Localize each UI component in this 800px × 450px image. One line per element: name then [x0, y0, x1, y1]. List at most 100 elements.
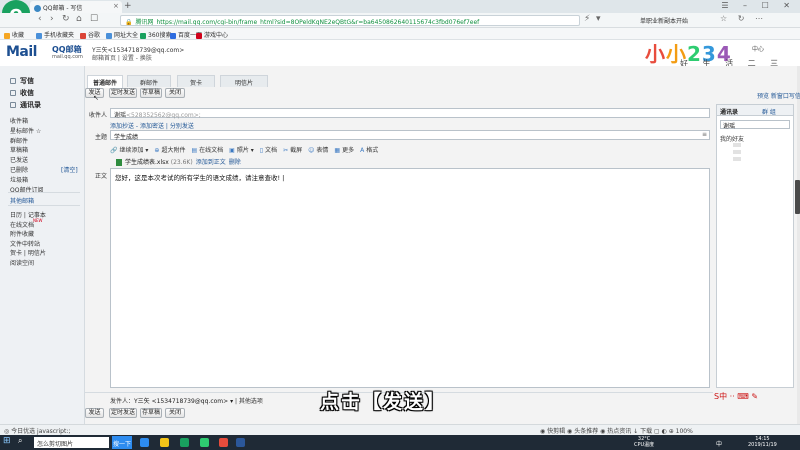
new-tab-button[interactable]: +	[124, 1, 132, 11]
windows-start-icon[interactable]: ⊞	[3, 436, 11, 446]
clear-trash-link[interactable]: [清空]	[61, 165, 78, 174]
attach-tool-label: 文档	[265, 147, 278, 154]
attach-tool[interactable]: ☺ 表情	[308, 145, 328, 154]
system-clock[interactable]: 14:15 2019/11/19	[748, 436, 777, 448]
sidebar-item-other-mailbox[interactable]: 其他邮箱	[10, 196, 34, 205]
add-to-body-link[interactable]: 添加到正文	[196, 159, 226, 166]
bookmark-label: 360搜索	[148, 32, 172, 39]
sender-select[interactable]: Y三矢 <1534718739@qq.com> ▾	[134, 398, 233, 405]
attach-tool[interactable]: ▣ 照片 ▾	[229, 145, 254, 154]
close-button[interactable]: 关闭	[165, 88, 185, 98]
status-left[interactable]: ◎ 今日优选 javascript:;	[4, 426, 70, 435]
bookmark-item[interactable]: 谷歌	[80, 30, 100, 39]
sidebar-folder-item[interactable]: 垃圾箱	[10, 175, 28, 184]
sidebar-extra-item[interactable]: 在线文档	[10, 220, 34, 229]
taskbar-search-input[interactable]: 怎么剪切图片	[34, 437, 109, 448]
mail-logo[interactable]: Mail	[6, 44, 37, 60]
forward-icon[interactable]: ›	[50, 14, 54, 24]
user-links[interactable]: 邮箱首页 | 设置 - 换肤	[92, 53, 152, 62]
sidebar-folder-item[interactable]: 群邮件	[10, 136, 28, 145]
explorer-icon[interactable]	[160, 438, 169, 447]
sidebar-folder-item[interactable]: 已删除	[10, 165, 28, 174]
scrollbar-handle[interactable]	[795, 180, 800, 214]
sidebar-folder-item[interactable]: 星标邮件 ☆	[10, 126, 41, 135]
timed-send-button-bottom[interactable]: 定时发送	[109, 408, 137, 418]
tab-contacts[interactable]: 通讯录	[720, 107, 738, 116]
contact-item[interactable]	[733, 143, 741, 147]
body-editor[interactable]: 您好，这是本次考试的所有学生的语文成绩，请注意查收! |	[110, 168, 710, 388]
window-controls[interactable]: ☰ – ☐ ✕	[721, 1, 796, 10]
refresh-icon[interactable]: ↻	[62, 14, 70, 24]
input-language[interactable]: 中	[716, 439, 722, 448]
sidebar-folder-item[interactable]: 收件箱	[10, 116, 28, 125]
cc-bcc-links[interactable]: 添加抄送 - 添加密送 | 分别发送	[110, 121, 194, 130]
sidebar-extra-item[interactable]: 附件收藏	[10, 229, 34, 238]
lock-icon: 🔒	[125, 19, 133, 26]
sidebar-folder-item[interactable]: 草稿箱	[10, 145, 28, 154]
status-right[interactable]: ◉ 快剪辑 ◉ 头条推荐 ◉ 热点资讯 ↓ 下载 ▢ ◐ ⊕ 100%	[540, 426, 693, 435]
recorder-icon[interactable]	[219, 438, 228, 447]
attach-tool-icon: ▯	[259, 147, 264, 154]
attach-tool[interactable]: ▤ 在线文档	[191, 145, 223, 154]
bookmark-item[interactable]: 收藏	[4, 30, 24, 39]
home-icon[interactable]: ⌂	[76, 14, 82, 24]
back-icon[interactable]: ‹	[38, 14, 42, 24]
to-field[interactable]: 谢瑶<528352562@qq.com>;	[110, 108, 710, 119]
save-draft-button-bottom[interactable]: 存草稿	[140, 408, 162, 418]
contact-search-input[interactable]: 谢瑶	[720, 120, 790, 130]
attach-tool-label: 在线文档	[199, 147, 224, 154]
sidebar-contacts[interactable]: 通讯录	[10, 100, 41, 110]
sidebar-folder-item[interactable]: 已发送	[10, 155, 28, 164]
bookmark-item[interactable]: 手机收藏夹	[36, 30, 74, 39]
sidebar-extra-item[interactable]: 阅读空间	[10, 258, 34, 267]
attach-tool[interactable]: ⊕ 超大附件	[154, 145, 185, 154]
recipient-name[interactable]: 谢瑶	[114, 112, 126, 119]
send-button-bottom[interactable]: 发送	[85, 408, 104, 418]
sidebar-extra-item[interactable]: 文件中转站	[10, 239, 40, 248]
sidebar-extra-item[interactable]: 贺卡 | 明信片	[10, 248, 46, 257]
sidebar-compose[interactable]: 写信	[10, 76, 34, 86]
attach-tool[interactable]: ▯ 文档	[260, 145, 277, 154]
compose-tab[interactable]: 群邮件	[127, 75, 171, 87]
compose-tab[interactable]: 明信片	[220, 75, 268, 87]
skin-center-link[interactable]: 中心	[752, 44, 764, 53]
attach-tool[interactable]: A 格式	[360, 145, 378, 154]
save-draft-button[interactable]: 存草稿	[140, 88, 162, 98]
taskbar-search-button[interactable]: 搜一下	[112, 436, 132, 449]
tab-close-icon[interactable]: ×	[113, 2, 119, 10]
other-options-link[interactable]: 其他选项	[239, 398, 263, 405]
attach-tool[interactable]: ✂ 截屏	[283, 145, 302, 154]
compose-tab[interactable]: 普通邮件	[87, 75, 123, 88]
close-button-bottom[interactable]: 关闭	[165, 408, 185, 418]
contact-item[interactable]	[733, 157, 741, 161]
delete-attachment-link[interactable]: 删除	[229, 159, 241, 166]
subject-options-icon[interactable]: ≡	[702, 131, 707, 138]
compose-tab[interactable]: 贺卡	[177, 75, 215, 87]
attach-tool[interactable]: 🔗 继续添加 ▾	[110, 145, 148, 154]
wechat-icon[interactable]	[200, 438, 209, 447]
chevron-down-icon[interactable]: ▾	[596, 14, 601, 24]
preview-links[interactable]: 预览 新窗口写信	[757, 91, 800, 100]
search-suggestion[interactable]: 单职业新副本开始	[640, 16, 688, 25]
bookmark-item[interactable]: 网址大全	[106, 30, 138, 39]
address-bar[interactable]: 🔒 腾讯网 https://mail.qq.com/cgi-bin/frame_ht…	[120, 15, 580, 26]
lightning-icon[interactable]: ⚡	[584, 14, 590, 24]
timed-send-button[interactable]: 定时发送	[109, 88, 137, 98]
attach-tool[interactable]: ▦ 更多	[334, 145, 354, 154]
bookmark-item[interactable]: 360搜索	[140, 30, 171, 39]
browser-tab[interactable]: QQ邮箱 - 写信	[30, 1, 122, 13]
edge-icon[interactable]	[140, 438, 149, 447]
browser-extra-icons[interactable]: ☆ ↻ ⋯	[720, 14, 767, 23]
friend-group[interactable]: 我的好友	[720, 134, 744, 143]
tab-groups[interactable]: 群 组	[762, 107, 776, 116]
subject-field[interactable]: 学生成绩	[110, 130, 710, 141]
word-icon[interactable]	[236, 438, 245, 447]
search-icon[interactable]: ⌕	[18, 436, 22, 446]
ime-toolbar[interactable]: S中 ·· ⌨ ✎	[714, 391, 758, 402]
tab-list-icon[interactable]: ☐	[90, 14, 98, 24]
browser-360-icon[interactable]	[180, 438, 189, 447]
contact-item[interactable]	[733, 150, 741, 154]
bookmark-item[interactable]: 游戏中心	[196, 30, 228, 39]
attachment-name[interactable]: 学生成绩表.xlsx	[125, 159, 169, 166]
sidebar-inbox[interactable]: 收信	[10, 88, 34, 98]
